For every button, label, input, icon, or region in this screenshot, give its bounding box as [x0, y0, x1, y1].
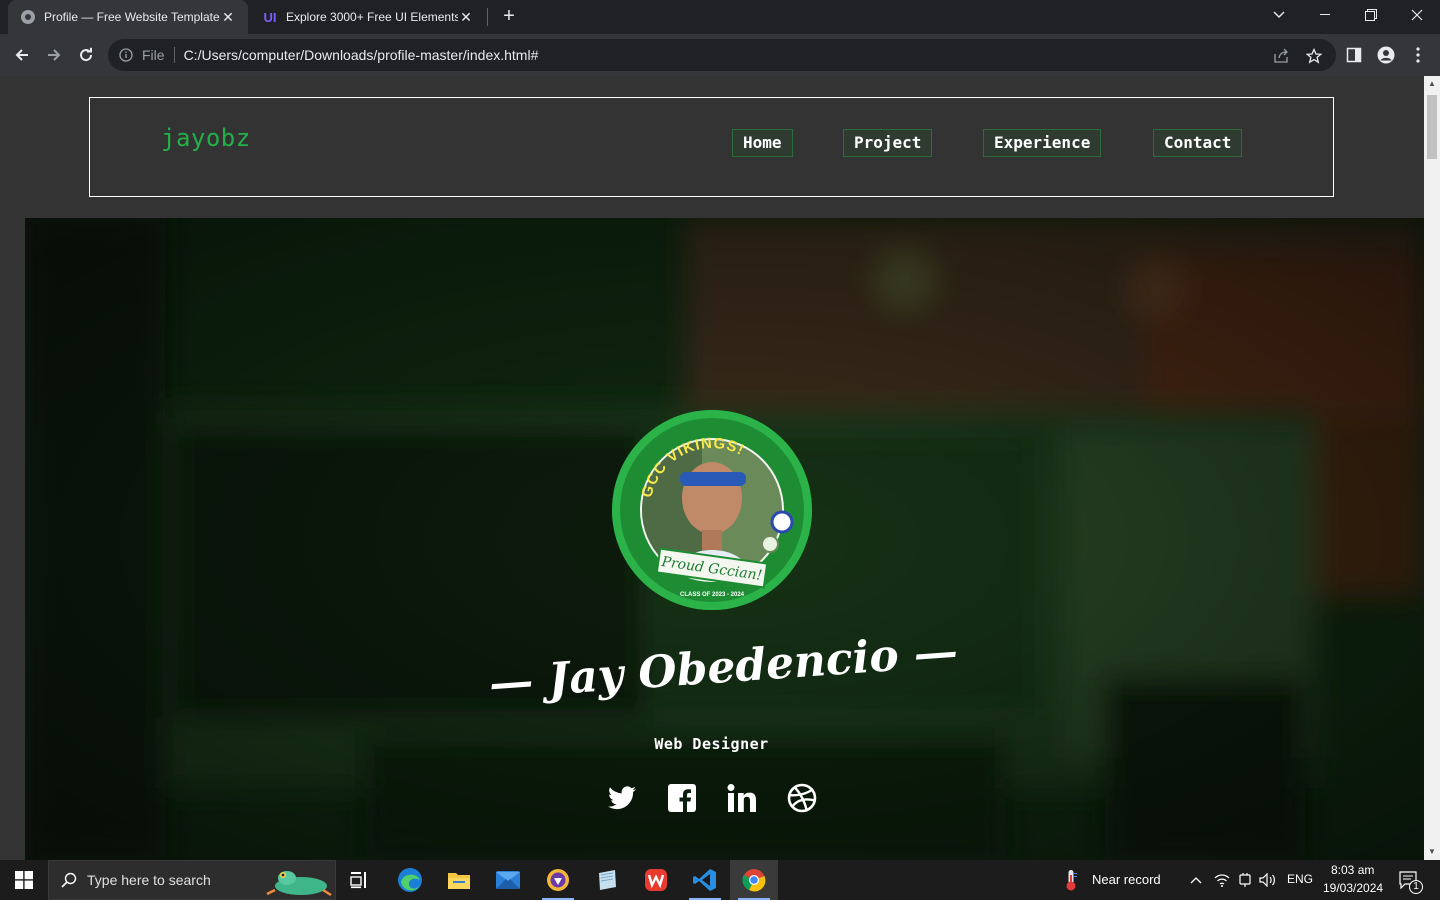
tab-profile[interactable]: Profile — Free Website Template ✕ — [8, 0, 248, 34]
search-icon — [61, 872, 77, 888]
volume-icon[interactable] — [1258, 870, 1278, 890]
new-tab-button[interactable]: + — [498, 5, 520, 27]
tab-title: Profile — Free Website Template — [44, 10, 220, 24]
notification-count-badge: 1 — [1409, 880, 1423, 894]
avatar-badge-icon: GCC VIKINGS! Proud Gccian! CLASS OF 2023… — [612, 410, 812, 610]
hero-role: Web Designer — [654, 735, 769, 753]
url-text[interactable]: C:/Users/computer/Downloads/profile-mast… — [184, 47, 539, 63]
start-button[interactable] — [0, 860, 48, 900]
profile-icon[interactable] — [1373, 42, 1399, 68]
close-window-button[interactable] — [1394, 0, 1440, 30]
nav-project[interactable]: Project — [843, 129, 933, 157]
frog-illustration-icon — [266, 871, 332, 897]
scheme-label: File — [142, 47, 165, 63]
page-scrollbar[interactable]: ▲ ▼ — [1424, 76, 1440, 860]
hero-section: GCC VIKINGS! Proud Gccian! CLASS OF 2023… — [25, 218, 1424, 860]
bookmark-star-icon[interactable] — [1304, 47, 1324, 65]
site-header: jayobz Home Project Experience Contact — [89, 97, 1334, 197]
edge-icon[interactable] — [386, 860, 434, 900]
close-tab-icon[interactable]: ✕ — [458, 9, 474, 26]
dribbble-icon[interactable] — [787, 783, 817, 813]
address-bar[interactable]: File C:/Users/computer/Downloads/profile… — [108, 39, 1336, 71]
windows-taskbar: Type here to search Near record ENG 8:03… — [0, 860, 1440, 900]
clock-time[interactable]: 8:03 am — [1331, 863, 1374, 877]
omnibox-divider — [173, 47, 175, 63]
weather-text[interactable]: Near record — [1092, 872, 1161, 887]
scroll-up-arrow-icon[interactable]: ▲ — [1424, 76, 1440, 92]
restore-button[interactable] — [1348, 0, 1394, 30]
scroll-thumb[interactable] — [1427, 95, 1437, 159]
linkedin-icon[interactable] — [727, 783, 757, 813]
network-icon[interactable] — [1212, 870, 1232, 890]
clock-date[interactable]: 19/03/2024 — [1323, 881, 1383, 895]
vscode-icon[interactable] — [681, 860, 729, 900]
page-viewport: jayobz Home Project Experience Contact G… — [0, 76, 1424, 860]
mail-icon[interactable] — [484, 860, 532, 900]
reload-button[interactable] — [73, 42, 99, 68]
close-tab-icon[interactable]: ✕ — [220, 9, 236, 26]
battery-plug-icon[interactable] — [1235, 870, 1255, 890]
scroll-down-arrow-icon[interactable]: ▼ — [1424, 844, 1440, 860]
twitter-icon[interactable] — [607, 783, 637, 813]
taskbar-search[interactable]: Type here to search — [48, 860, 336, 900]
minimize-button[interactable] — [1302, 0, 1348, 30]
forward-button[interactable] — [41, 42, 67, 68]
language-indicator[interactable]: ENG — [1287, 872, 1313, 886]
site-logo[interactable]: jayobz — [161, 124, 251, 152]
tab-explore[interactable]: UI Explore 3000+ Free UI Elements ✕ — [250, 0, 486, 34]
file-explorer-icon[interactable] — [435, 860, 483, 900]
wps-office-icon[interactable] — [632, 860, 680, 900]
share-icon[interactable] — [1271, 47, 1291, 65]
tab-divider — [487, 8, 488, 26]
menu-dots-icon[interactable] — [1405, 42, 1431, 68]
tab-search-icon[interactable] — [1256, 0, 1302, 30]
back-button[interactable] — [9, 42, 35, 68]
facebook-icon[interactable] — [667, 783, 697, 813]
task-view-icon[interactable] — [336, 860, 384, 900]
nav-contact[interactable]: Contact — [1153, 129, 1243, 157]
nav-experience[interactable]: Experience — [983, 129, 1102, 157]
ui-favicon-icon: UI — [263, 9, 277, 25]
notes-app-icon[interactable] — [583, 860, 631, 900]
tab-title: Explore 3000+ Free UI Elements — [286, 10, 458, 24]
browser-toolbar: File C:/Users/computer/Downloads/profile… — [0, 34, 1440, 76]
side-panel-icon[interactable] — [1341, 42, 1367, 68]
chrome-icon[interactable] — [730, 860, 778, 900]
show-hidden-icons-chevron-icon[interactable] — [1186, 870, 1206, 890]
windows-logo-icon — [15, 871, 33, 889]
tab-strip: Profile — Free Website Template ✕ UI Exp… — [0, 0, 1440, 34]
brave-browser-icon[interactable] — [534, 860, 582, 900]
globe-icon — [20, 9, 36, 25]
info-icon[interactable] — [118, 47, 134, 63]
svg-text:CLASS OF 2023 - 2024: CLASS OF 2023 - 2024 — [680, 592, 745, 598]
search-placeholder: Type here to search — [87, 872, 211, 888]
profile-avatar: GCC VIKINGS! Proud Gccian! CLASS OF 2023… — [612, 410, 812, 610]
thermometer-icon[interactable] — [1061, 870, 1081, 891]
nav-home[interactable]: Home — [732, 129, 793, 157]
